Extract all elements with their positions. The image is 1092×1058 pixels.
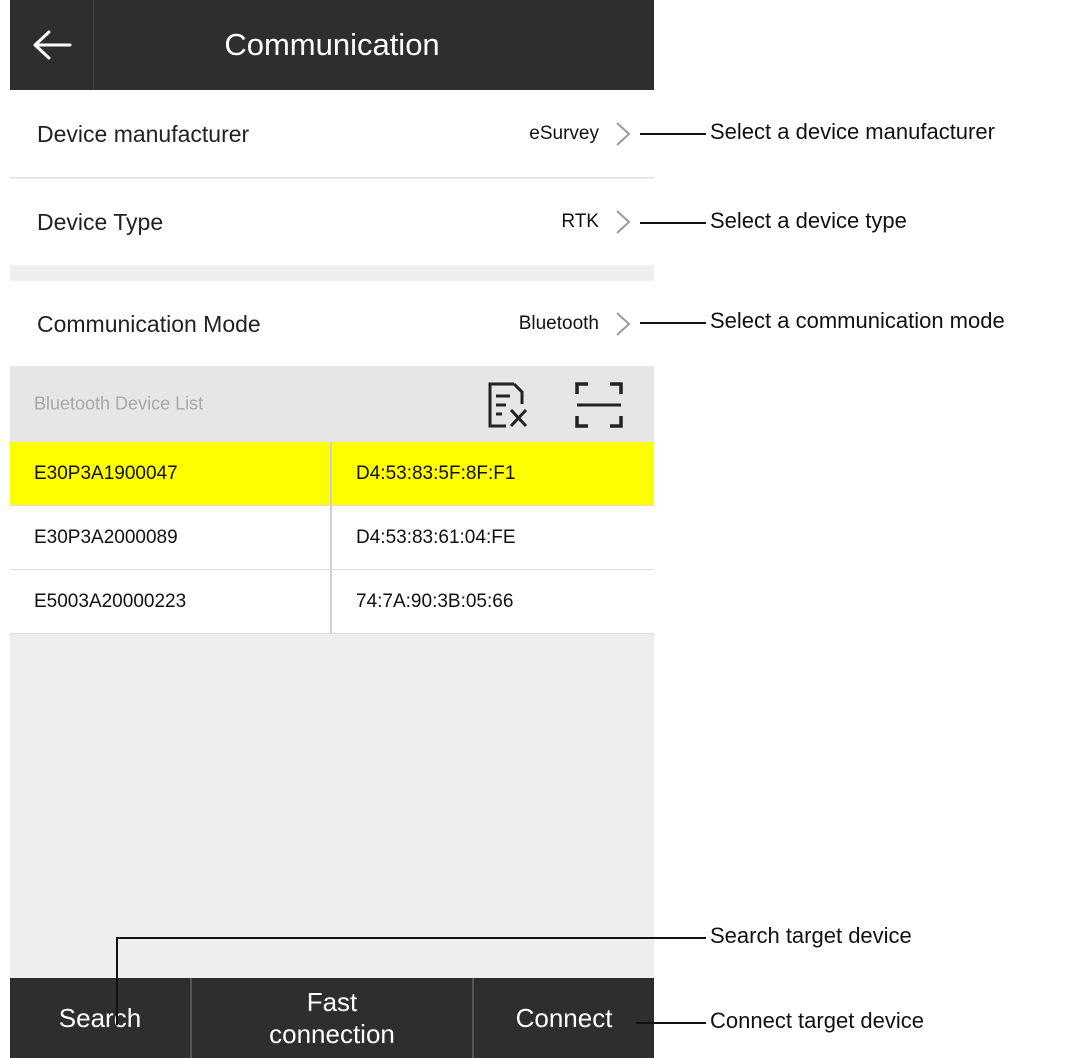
callout-line-device-type (640, 222, 706, 224)
table-row[interactable]: E30P3A1900047 D4:53:83:5F:8F:F1 (10, 442, 654, 506)
back-button[interactable] (10, 0, 94, 90)
title-bar: Communication (10, 0, 654, 90)
arrow-left-icon (33, 30, 71, 60)
phone-screen: Communication Device manufacturer eSurve… (10, 0, 654, 1058)
device-name-cell: E5003A20000223 (34, 591, 187, 612)
callout-line-search (116, 937, 706, 939)
device-table: E30P3A1900047 D4:53:83:5F:8F:F1 E30P3A20… (10, 442, 654, 634)
connect-button[interactable]: Connect (474, 978, 654, 1058)
table-row[interactable]: E5003A20000223 74:7A:90:3B:05:66 (10, 570, 654, 634)
device-mac-cell: 74:7A:90:3B:05:66 (356, 591, 514, 612)
device-manufacturer-label: Device manufacturer (37, 120, 250, 147)
annotation-manufacturer: Select a device manufacturer (710, 119, 995, 144)
callout-line-connect (636, 1022, 706, 1024)
scan-icon[interactable] (574, 380, 624, 430)
bluetooth-list-header: Bluetooth Device List (10, 366, 654, 442)
column-divider (330, 570, 332, 633)
chevron-right-icon (616, 121, 631, 146)
callout-line-comm-mode (640, 322, 706, 324)
chevron-right-icon (616, 210, 631, 234)
device-mac-cell: D4:53:83:5F:8F:F1 (356, 463, 516, 484)
chevron-right-icon (616, 311, 631, 336)
device-type-label: Device Type (37, 209, 164, 235)
annotation-comm-mode: Select a communication mode (710, 308, 1005, 333)
search-button[interactable]: Search (10, 978, 192, 1058)
device-type-row[interactable]: Device Type RTK (10, 179, 654, 265)
column-divider (330, 506, 332, 569)
callout-line-manufacturer (640, 133, 706, 135)
table-row[interactable]: E30P3A2000089 D4:53:83:61:04:FE (10, 506, 654, 570)
device-manufacturer-row[interactable]: Device manufacturer eSurvey (10, 90, 654, 178)
communication-mode-row[interactable]: Communication Mode Bluetooth (10, 281, 654, 366)
device-manufacturer-value: eSurvey (529, 122, 599, 144)
column-divider (330, 442, 332, 505)
bluetooth-list-title: Bluetooth Device List (34, 393, 204, 414)
device-type-value: RTK (561, 211, 599, 232)
clear-list-icon[interactable] (484, 380, 534, 430)
annotation-device-type: Select a device type (710, 208, 907, 233)
annotation-search: Search target device (710, 923, 912, 948)
device-name-cell: E30P3A2000089 (34, 527, 178, 548)
communication-mode-value: Bluetooth (518, 312, 599, 334)
page-title: Communication (224, 27, 440, 62)
callout-line-search-vertical (116, 937, 118, 1025)
annotation-connect: Connect target device (710, 1008, 925, 1033)
communication-mode-label: Communication Mode (37, 310, 261, 337)
fast-connection-button[interactable]: Fast connection (192, 978, 474, 1058)
bottom-action-bar: Search Fast connection Connect (10, 978, 654, 1058)
device-name-cell: E30P3A1900047 (34, 463, 178, 484)
device-mac-cell: D4:53:83:61:04:FE (356, 527, 516, 548)
